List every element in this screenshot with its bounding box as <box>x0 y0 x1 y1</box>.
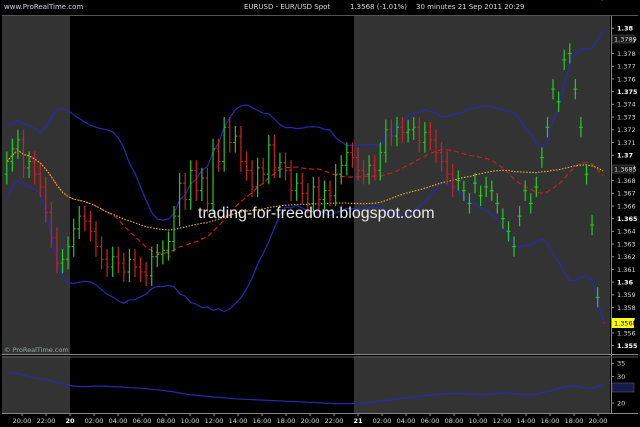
price-tick-label: 1.374 <box>617 101 636 109</box>
price-tick-label: 1.359 <box>617 291 636 299</box>
time-tick-label: 02:00 <box>85 417 104 425</box>
time-tick-label: 20:00 <box>589 417 608 425</box>
time-tick-label: 21 <box>353 417 363 425</box>
price-tick-label: 1.373 <box>617 113 636 121</box>
price-tick-label: 1.37 <box>617 151 633 159</box>
time-tick-label: 08:00 <box>157 417 176 425</box>
price-tick-label: 1.376 <box>617 75 636 83</box>
time-tick-label: 18:00 <box>565 417 584 425</box>
price-tick-label: 1.363 <box>617 240 636 248</box>
price-tick-label: 1.375 <box>617 88 638 96</box>
watermark: trading-for-freedom.blogspot.com <box>198 205 435 222</box>
price-tick-label: 1.371 <box>617 139 636 147</box>
time-tick-label: 02:00 <box>373 417 392 425</box>
indicator-tick-label: 20 <box>617 399 625 407</box>
price-tick-label: 1.378 <box>617 50 636 58</box>
time-tick-label: 20:00 <box>301 417 320 425</box>
price-tick-label: 1.362 <box>617 253 636 261</box>
price-tick-label: 1.372 <box>617 126 636 134</box>
price-tick-label: 1.364 <box>617 228 636 236</box>
indicator-tick-label: 35 <box>617 360 625 368</box>
time-tick-label: 14:00 <box>517 417 536 425</box>
time-tick-label: 14:00 <box>229 417 248 425</box>
time-tick-label: 20:00 <box>13 417 32 425</box>
indicator-shade-right <box>354 356 610 413</box>
time-tick-label: 22:00 <box>37 417 56 425</box>
time-tick-label: 22:00 <box>325 417 344 425</box>
price-tick-label: 1.358 <box>617 304 636 312</box>
sma-value-label: 1.3685 <box>614 166 637 174</box>
price-tick-label: 1.36 <box>617 278 634 286</box>
time-tick-label: 04:00 <box>109 417 128 425</box>
price-tick-label: 1.365 <box>617 215 638 223</box>
time-tick-label: 10:00 <box>181 417 200 425</box>
footer-brand: © ProRealTime.com <box>4 346 69 354</box>
last-price-label: 1.3568 <box>614 320 637 328</box>
time-tick-label: 10:00 <box>469 417 488 425</box>
indicator-tick-label: 30 <box>617 373 625 381</box>
price-tick-label: 1.38 <box>617 24 634 32</box>
bb-value-label: 1.3789 <box>614 36 637 44</box>
session-shade-right <box>354 16 610 355</box>
time-tick-label: 06:00 <box>133 417 152 425</box>
indicator-value-box <box>611 382 635 393</box>
time-tick-label: 16:00 <box>541 417 560 425</box>
indicator-shade-left <box>2 356 70 413</box>
price-tick-label: 1.366 <box>617 202 636 210</box>
time-tick-label: 12:00 <box>205 417 224 425</box>
price-tick-label: 1.377 <box>617 63 636 71</box>
time-tick-label: 06:00 <box>421 417 440 425</box>
price-tick-label: 1.356 <box>617 329 636 337</box>
time-tick-label: 18:00 <box>277 417 296 425</box>
price-tick-label: 1.368 <box>617 177 636 185</box>
time-tick-label: 16:00 <box>253 417 272 425</box>
instrument-title: EURUSD - EUR/USD Spot <box>244 3 330 11</box>
last-change: 1.3568 (-1.01%) <box>350 3 407 11</box>
time-tick-label: 20 <box>65 417 75 425</box>
last-price-box: 1.3568 <box>612 318 637 328</box>
time-tick-label: 08:00 <box>445 417 464 425</box>
sma-value-box: 1.3685 <box>611 164 637 174</box>
time-tick-label: 04:00 <box>397 417 416 425</box>
price-tick-label: 1.367 <box>617 190 636 198</box>
price-chart[interactable]: www.ProRealTime.com EURUSD - EUR/USD Spo… <box>0 0 640 427</box>
brand-label[interactable]: www.ProRealTime.com <box>4 3 83 11</box>
bb-value-box: 1.3789 <box>611 34 637 44</box>
time-tick-label: 12:00 <box>493 417 512 425</box>
period-label: 30 minutes 21 Sep 2011 20:29 <box>416 3 524 11</box>
price-tick-label: 1.361 <box>617 266 636 274</box>
price-tick-label: 1.355 <box>617 342 638 350</box>
